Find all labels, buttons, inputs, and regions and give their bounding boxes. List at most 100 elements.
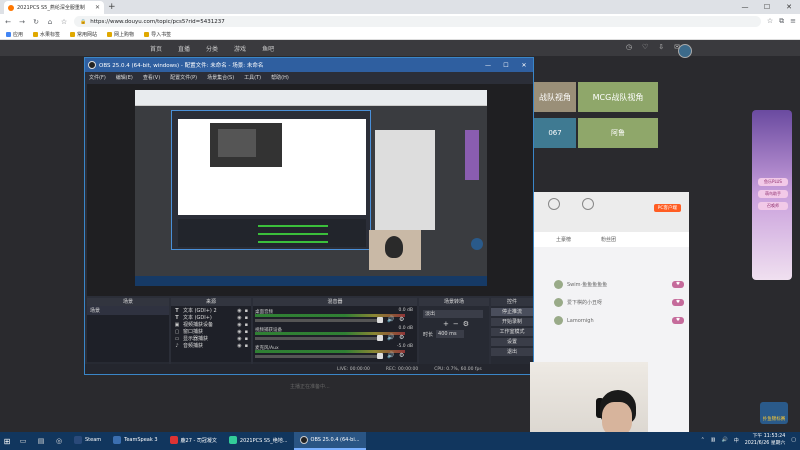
menu-scene-collection[interactable]: 场景集合(S): [207, 74, 234, 81]
taskbar-app-chrome[interactable]: 2021PCS S5_绝地...: [223, 432, 294, 450]
ime-icon[interactable]: 中: [734, 437, 739, 444]
lock-icon[interactable]: ▪: [245, 336, 248, 342]
source-item[interactable]: T 文本 (GDI+) 2 ◉ ▪: [171, 307, 251, 315]
bookmark-item[interactable]: 导入书签: [144, 31, 171, 38]
lock-icon[interactable]: ▪: [245, 322, 248, 328]
rank-row[interactable]: Lamornigh ♥: [554, 316, 684, 325]
menu-file[interactable]: 文件(F): [89, 74, 106, 81]
obs-close-button[interactable]: ✕: [515, 58, 533, 72]
pc-client-button[interactable]: PC客户端: [653, 204, 681, 212]
remove-transition-icon[interactable]: −: [453, 320, 459, 328]
volume-knob[interactable]: [377, 353, 383, 359]
obs-maximize-button[interactable]: ☐: [497, 58, 515, 72]
visibility-icon[interactable]: ◉: [237, 315, 241, 321]
browser-icon[interactable]: ◎: [50, 437, 68, 445]
volume-icon[interactable]: 🔊: [722, 437, 728, 443]
menu-icon[interactable]: ≡: [790, 17, 796, 26]
menu-view[interactable]: 查看(V): [143, 74, 160, 81]
speaker-icon[interactable]: 🔊: [387, 316, 394, 323]
back-icon[interactable]: ←: [4, 18, 12, 26]
explorer-icon[interactable]: ▤: [32, 437, 50, 445]
team-tile[interactable]: 067: [534, 118, 576, 148]
bookmark-item[interactable]: 常用网站: [70, 31, 97, 38]
promo-button[interactable]: 召唤师: [758, 202, 788, 210]
tray-expand-icon[interactable]: ⌃: [701, 437, 705, 443]
taskbar-app-chat[interactable]: 鹿27 - 司冠凝文: [164, 432, 223, 450]
anchor-badge[interactable]: 扑鱼锦标赛: [760, 402, 788, 424]
lock-icon[interactable]: ▪: [245, 329, 248, 335]
nav-item[interactable]: 直播: [178, 44, 190, 53]
clock[interactable]: 下午 11:53:24 2021/6/26 星期六: [745, 433, 786, 447]
team-tile[interactable]: 战队视角: [534, 82, 576, 112]
volume-slider[interactable]: [255, 355, 381, 358]
speaker-icon[interactable]: 🔊: [387, 352, 394, 359]
rank-row[interactable]: 爱下棋的小丑呀 ♥: [554, 298, 684, 307]
promo-button[interactable]: 鱼乐PLUS: [758, 178, 788, 186]
visibility-icon[interactable]: ◉: [237, 329, 241, 335]
star-icon[interactable]: ☆: [60, 18, 68, 26]
tab-fans[interactable]: 粉丝团: [601, 236, 616, 243]
close-window-button[interactable]: ✕: [778, 0, 800, 14]
windows-start-icon[interactable]: ⊞: [0, 432, 14, 450]
taskbar-app-teamspeak[interactable]: TeamSpeak 3: [107, 432, 163, 450]
gift-icon[interactable]: [582, 198, 594, 210]
home-icon[interactable]: ⌂: [46, 18, 54, 26]
menu-profile[interactable]: 配置文件(P): [170, 74, 197, 81]
history-icon[interactable]: ◷: [626, 43, 632, 51]
lock-icon[interactable]: ▪: [245, 315, 248, 321]
source-item[interactable]: ♪ 音频捕获 ◉ ▪: [171, 342, 251, 350]
speaker-icon[interactable]: 🔊: [387, 334, 394, 341]
bookmark-star-icon[interactable]: ☆: [767, 17, 773, 26]
team-tile[interactable]: 阿鲁: [578, 118, 658, 148]
extensions-icon[interactable]: ⧉: [779, 17, 784, 26]
visibility-icon[interactable]: ◉: [237, 336, 241, 342]
gear-icon[interactable]: ⚙: [399, 316, 404, 323]
close-tab-icon[interactable]: ✕: [95, 4, 100, 11]
lock-icon[interactable]: ▪: [245, 343, 248, 349]
volume-slider[interactable]: [255, 319, 381, 322]
gear-icon[interactable]: ⚙: [399, 352, 404, 359]
nav-item[interactable]: 鱼吧: [262, 44, 274, 53]
maximize-button[interactable]: ☐: [756, 0, 778, 14]
team-tile[interactable]: MCG战队视角: [578, 82, 658, 112]
add-transition-icon[interactable]: +: [443, 320, 449, 328]
visibility-icon[interactable]: ◉: [237, 322, 241, 328]
source-item[interactable]: ▣ 视频捕获设备 ◉ ▪: [171, 321, 251, 329]
bookmark-item[interactable]: 水果标签: [33, 31, 60, 38]
bookmark-item[interactable]: 网上购物: [107, 31, 134, 38]
volume-knob[interactable]: [377, 317, 383, 323]
tab-rich[interactable]: 土豪榜: [556, 236, 571, 243]
volume-knob[interactable]: [377, 335, 383, 341]
obs-minimize-button[interactable]: —: [479, 58, 497, 72]
taskbar-app-obs[interactable]: OBS 25.0.4 (64-bi...: [293, 432, 366, 450]
scene-item[interactable]: 场景: [87, 306, 169, 315]
visibility-icon[interactable]: ◉: [237, 343, 241, 349]
start-recording-button[interactable]: 开始录制: [491, 318, 533, 326]
duration-input[interactable]: 400 ms: [436, 330, 465, 338]
notification-icon[interactable]: ▢: [791, 437, 796, 443]
download-icon[interactable]: ⇩: [658, 43, 664, 51]
user-avatar[interactable]: [678, 44, 692, 58]
network-icon[interactable]: ▥: [711, 437, 716, 443]
browser-tab[interactable]: 2021PCS S5_燕纶深全服重制 ✕: [4, 1, 104, 14]
menu-edit[interactable]: 编辑(E): [116, 74, 133, 81]
follow-icon[interactable]: ♡: [642, 43, 648, 51]
nav-item[interactable]: 首页: [150, 44, 162, 53]
menu-tools[interactable]: 工具(T): [244, 74, 261, 81]
bookmark-apps[interactable]: 应用: [6, 31, 23, 38]
exit-button[interactable]: 退出: [491, 348, 533, 356]
nav-item[interactable]: 分类: [206, 44, 218, 53]
source-item[interactable]: T 文本 (GDI+) ◉ ▪: [171, 314, 251, 322]
settings-button[interactable]: 设置: [491, 338, 533, 346]
promo-button[interactable]: 萌鸟助手: [758, 190, 788, 198]
volume-slider[interactable]: [255, 337, 381, 340]
gear-icon[interactable]: ⚙: [399, 334, 404, 341]
taskbar-app-steam[interactable]: Steam: [68, 432, 107, 450]
stop-streaming-button[interactable]: 停止推流: [491, 308, 533, 316]
source-item[interactable]: ▭ 显示器捕获 ◉ ▪: [171, 335, 251, 343]
new-tab-button[interactable]: +: [108, 2, 116, 12]
visibility-icon[interactable]: ◉: [237, 308, 241, 314]
forward-icon[interactable]: →: [18, 18, 26, 26]
reload-icon[interactable]: ↻: [32, 18, 40, 26]
gear-icon[interactable]: ⚙: [463, 320, 469, 328]
